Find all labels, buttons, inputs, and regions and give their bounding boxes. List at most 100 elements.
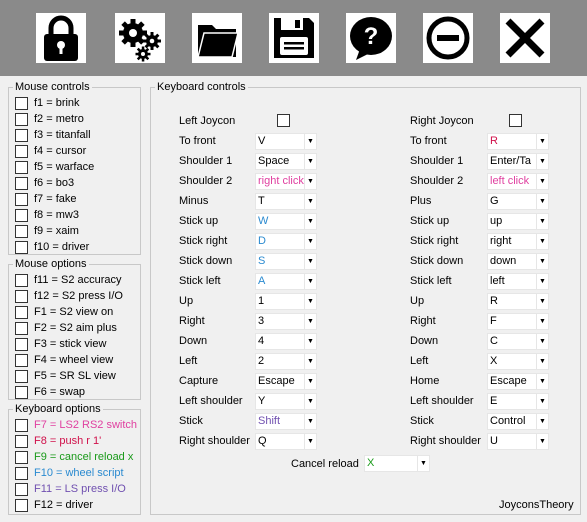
right-mapping-value: Escape: [490, 375, 527, 387]
right-mapping-select[interactable]: G ▼: [487, 193, 549, 210]
mouse-control-checkbox[interactable]: [15, 224, 28, 238]
left-mapping-select[interactable]: 1 ▼: [255, 293, 317, 310]
keyboard-option-checkbox[interactable]: [15, 466, 28, 480]
keyboard-option-item[interactable]: F12 = driver: [15, 497, 93, 513]
keyboard-option-checkbox[interactable]: [15, 434, 28, 448]
keyboard-option-checkbox[interactable]: [15, 482, 28, 496]
left-mapping-select[interactable]: A ▼: [255, 273, 317, 290]
left-mapping-select[interactable]: W ▼: [255, 213, 317, 230]
chevron-down-icon: ▼: [536, 334, 548, 349]
keyboard-option-item[interactable]: F10 = wheel script: [15, 465, 124, 481]
mouse-option-item[interactable]: f11 = S2 accuracy: [15, 272, 122, 288]
close-button[interactable]: [500, 13, 550, 63]
mouse-control-label: f3 = titanfall: [34, 128, 91, 141]
save-button[interactable]: [269, 13, 319, 63]
right-mapping-select[interactable]: down ▼: [487, 253, 549, 270]
left-mapping-select[interactable]: Q ▼: [255, 433, 317, 450]
keyboard-option-checkbox[interactable]: [15, 418, 28, 432]
mouse-option-checkbox[interactable]: [15, 305, 28, 319]
left-mapping-value: S: [258, 255, 266, 267]
open-folder-button[interactable]: [192, 13, 242, 63]
cancel-reload-select[interactable]: X ▼: [364, 455, 430, 472]
left-mapping-select[interactable]: right click ▼: [255, 173, 317, 190]
lock-button[interactable]: [36, 13, 86, 63]
right-mapping-select[interactable]: Enter/Ta ▼: [487, 153, 549, 170]
right-mapping-select[interactable]: R ▼: [487, 293, 549, 310]
mouse-control-checkbox[interactable]: [15, 208, 28, 222]
left-mapping-select[interactable]: Y ▼: [255, 393, 317, 410]
mouse-control-item[interactable]: f6 = bo3: [15, 175, 74, 191]
mouse-option-checkbox[interactable]: [15, 353, 28, 367]
mouse-control-item[interactable]: f8 = mw3: [15, 207, 79, 223]
mouse-control-item[interactable]: f2 = metro: [15, 111, 84, 127]
right-mapping-select[interactable]: U ▼: [487, 433, 549, 450]
keyboard-controls-title: Keyboard controls: [155, 81, 248, 94]
mouse-option-item[interactable]: F5 = SR SL view: [15, 368, 116, 384]
right-mapping-select[interactable]: C ▼: [487, 333, 549, 350]
left-mapping-select[interactable]: V ▼: [255, 133, 317, 150]
chevron-down-icon: ▼: [304, 214, 316, 229]
left-joycon-checkbox[interactable]: [277, 114, 290, 127]
settings-button[interactable]: [115, 13, 165, 63]
right-mapping-value: F: [490, 315, 497, 327]
left-mapping-select[interactable]: 2 ▼: [255, 353, 317, 370]
keyboard-option-checkbox[interactable]: [15, 450, 28, 464]
mouse-option-item[interactable]: F4 = wheel view: [15, 352, 113, 368]
chevron-down-icon: ▼: [304, 294, 316, 309]
left-mapping-select[interactable]: 3 ▼: [255, 313, 317, 330]
keyboard-option-label: F11 = LS press I/O: [34, 482, 126, 495]
mouse-option-item[interactable]: F1 = S2 view on: [15, 304, 113, 320]
mouse-option-checkbox[interactable]: [15, 321, 28, 335]
mouse-control-item[interactable]: f10 = driver: [15, 239, 89, 255]
minimize-button[interactable]: [423, 13, 473, 63]
mouse-control-item[interactable]: f7 = fake: [15, 191, 77, 207]
right-mapping-select[interactable]: R ▼: [487, 133, 549, 150]
mouse-control-checkbox[interactable]: [15, 144, 28, 158]
right-mapping-select[interactable]: left ▼: [487, 273, 549, 290]
right-mapping-select[interactable]: Control ▼: [487, 413, 549, 430]
lock-icon: [44, 15, 78, 61]
mouse-option-checkbox[interactable]: [15, 337, 28, 351]
left-mapping-select[interactable]: 4 ▼: [255, 333, 317, 350]
left-mapping-select[interactable]: Space ▼: [255, 153, 317, 170]
keyboard-option-item[interactable]: F11 = LS press I/O: [15, 481, 126, 497]
mouse-control-checkbox[interactable]: [15, 160, 28, 174]
right-joycon-checkbox[interactable]: [509, 114, 522, 127]
mouse-control-checkbox[interactable]: [15, 112, 28, 126]
mouse-control-checkbox[interactable]: [15, 192, 28, 206]
keyboard-option-item[interactable]: F7 = LS2 RS2 switch: [15, 417, 137, 433]
mouse-control-item[interactable]: f5 = warface: [15, 159, 94, 175]
left-mapping-select[interactable]: T ▼: [255, 193, 317, 210]
mouse-control-item[interactable]: f1 = brink: [15, 95, 80, 111]
mouse-control-checkbox[interactable]: [15, 176, 28, 190]
mouse-option-checkbox[interactable]: [15, 289, 28, 303]
right-mapping-select[interactable]: left click ▼: [487, 173, 549, 190]
mouse-option-item[interactable]: F3 = stick view: [15, 336, 106, 352]
right-mapping-select[interactable]: E ▼: [487, 393, 549, 410]
left-mapping-select[interactable]: S ▼: [255, 253, 317, 270]
right-mapping-select[interactable]: X ▼: [487, 353, 549, 370]
mouse-option-item[interactable]: F6 = swap: [15, 384, 85, 400]
right-mapping-select[interactable]: right ▼: [487, 233, 549, 250]
mouse-option-checkbox[interactable]: [15, 385, 28, 399]
mouse-control-checkbox[interactable]: [15, 240, 28, 254]
mouse-option-checkbox[interactable]: [15, 273, 28, 287]
mouse-control-checkbox[interactable]: [15, 96, 28, 110]
right-mapping-select[interactable]: F ▼: [487, 313, 549, 330]
mouse-option-checkbox[interactable]: [15, 369, 28, 383]
left-mapping-select[interactable]: D ▼: [255, 233, 317, 250]
mouse-control-checkbox[interactable]: [15, 128, 28, 142]
left-mapping-select[interactable]: Escape ▼: [255, 373, 317, 390]
mouse-option-item[interactable]: F2 = S2 aim plus: [15, 320, 117, 336]
left-mapping-select[interactable]: Shift ▼: [255, 413, 317, 430]
right-mapping-select[interactable]: up ▼: [487, 213, 549, 230]
mouse-option-item[interactable]: f12 = S2 press I/O: [15, 288, 123, 304]
mouse-control-item[interactable]: f4 = cursor: [15, 143, 86, 159]
help-button[interactable]: ?: [346, 13, 396, 63]
right-mapping-select[interactable]: Escape ▼: [487, 373, 549, 390]
keyboard-option-item[interactable]: F8 = push r 1': [15, 433, 101, 449]
keyboard-option-item[interactable]: F9 = cancel reload x: [15, 449, 133, 465]
mouse-control-item[interactable]: f9 = xaim: [15, 223, 79, 239]
mouse-control-item[interactable]: f3 = titanfall: [15, 127, 91, 143]
keyboard-option-checkbox[interactable]: [15, 498, 28, 512]
